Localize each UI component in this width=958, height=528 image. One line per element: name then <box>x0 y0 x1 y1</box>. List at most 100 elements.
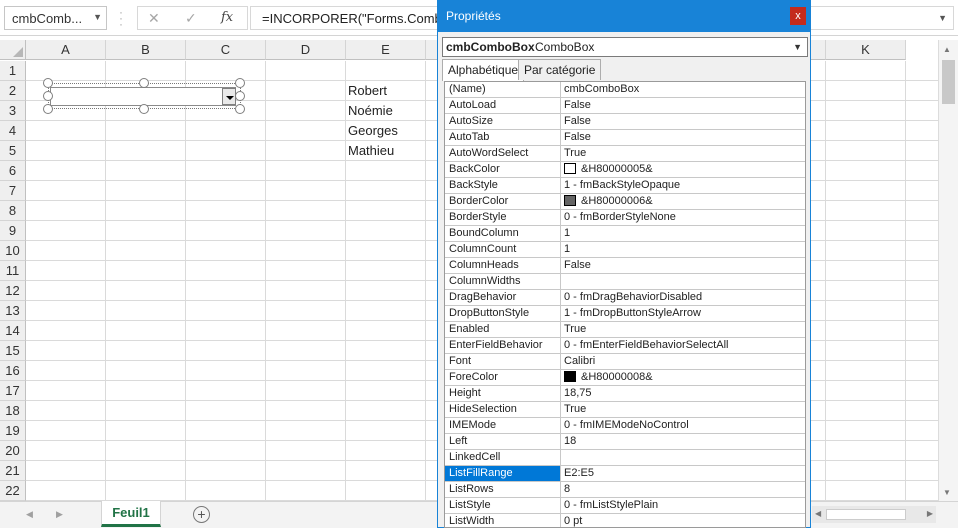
horizontal-scrollbar[interactable]: ◀ ▶ <box>812 506 936 523</box>
resize-handle-n[interactable] <box>139 78 149 88</box>
property-value[interactable]: False <box>562 114 805 129</box>
property-value[interactable]: 0 pt <box>562 514 805 527</box>
property-row[interactable]: AutoWordSelect True <box>445 146 805 162</box>
column-header-c[interactable]: C <box>186 40 266 60</box>
property-row[interactable]: (Name) cmbComboBox <box>445 82 805 98</box>
cell-E4[interactable]: Georges <box>348 123 398 138</box>
row-header-1[interactable]: 1 <box>0 61 26 81</box>
property-row[interactable]: BoundColumn 1 <box>445 226 805 242</box>
property-value[interactable]: 0 - fmListStylePlain <box>562 498 805 513</box>
scroll-up-icon[interactable]: ▲ <box>943 45 951 54</box>
row-header-19[interactable]: 19 <box>0 421 26 441</box>
property-row[interactable]: DragBehavior 0 - fmDragBehaviorDisabled <box>445 290 805 306</box>
property-row[interactable]: ListWidth 0 pt <box>445 514 805 527</box>
property-value[interactable]: &H80000008& <box>562 370 805 385</box>
resize-handle-se[interactable] <box>235 104 245 114</box>
horizontal-scroll-thumb[interactable] <box>826 509 906 520</box>
scroll-right-icon[interactable]: ▶ <box>927 509 933 518</box>
property-value[interactable]: 0 - fmIMEModeNoControl <box>562 418 805 433</box>
property-value[interactable]: 0 - fmDragBehaviorDisabled <box>562 290 805 305</box>
enter-icon[interactable]: ✓ <box>185 10 197 27</box>
property-value[interactable]: 1 <box>562 226 805 241</box>
property-row[interactable]: AutoLoad False <box>445 98 805 114</box>
row-header-4[interactable]: 4 <box>0 121 26 141</box>
property-value[interactable]: &H80000005& <box>562 162 805 177</box>
close-button[interactable]: x <box>790 7 806 25</box>
resize-handle-s[interactable] <box>139 104 149 114</box>
combobox-dropdown-button[interactable] <box>222 88 236 105</box>
row-header-14[interactable]: 14 <box>0 321 26 341</box>
column-header-a[interactable]: A <box>26 40 106 60</box>
properties-title-bar[interactable]: Propriétés x <box>438 0 810 32</box>
property-value[interactable] <box>562 274 805 289</box>
column-header-b[interactable]: B <box>106 40 186 60</box>
tab-alphabetique[interactable]: Alphabétique <box>442 59 525 81</box>
select-all-corner[interactable] <box>0 40 26 60</box>
prev-sheet-icon[interactable]: ◀ <box>26 509 33 520</box>
row-header-16[interactable]: 16 <box>0 361 26 381</box>
object-selector[interactable]: cmbComboBox ComboBox ▼ <box>442 37 808 57</box>
property-value[interactable]: 0 - fmEnterFieldBehaviorSelectAll <box>562 338 805 353</box>
property-row[interactable]: AutoSize False <box>445 114 805 130</box>
row-header-8[interactable]: 8 <box>0 201 26 221</box>
row-header-9[interactable]: 9 <box>0 221 26 241</box>
chevron-down-icon[interactable]: ▼ <box>93 12 102 22</box>
property-value[interactable]: 8 <box>562 482 805 497</box>
property-value[interactable] <box>562 450 805 465</box>
next-sheet-icon[interactable]: ▶ <box>56 509 63 520</box>
row-header-6[interactable]: 6 <box>0 161 26 181</box>
property-row[interactable]: ColumnCount 1 <box>445 242 805 258</box>
chevron-down-icon[interactable]: ▼ <box>793 42 802 52</box>
expand-formula-icon[interactable]: ▼ <box>938 13 947 23</box>
row-header-2[interactable]: 2 <box>0 81 26 101</box>
row-header-15[interactable]: 15 <box>0 341 26 361</box>
column-header-k[interactable]: K <box>826 40 906 60</box>
property-row[interactable]: BackColor &H80000005& <box>445 162 805 178</box>
property-value[interactable]: False <box>562 258 805 273</box>
vertical-scrollbar[interactable]: ▲ ▼ <box>938 40 958 501</box>
column-header-e[interactable]: E <box>346 40 426 60</box>
scroll-left-icon[interactable]: ◀ <box>815 509 821 518</box>
property-row[interactable]: Font Calibri <box>445 354 805 370</box>
property-value[interactable]: 1 - fmDropButtonStyleArrow <box>562 306 805 321</box>
property-row[interactable]: Height 18,75 <box>445 386 805 402</box>
property-row[interactable]: EnterFieldBehavior 0 - fmEnterFieldBehavi… <box>445 338 805 354</box>
column-header-d[interactable]: D <box>266 40 346 60</box>
row-header-13[interactable]: 13 <box>0 301 26 321</box>
drag-handle-icon[interactable]: · · · <box>119 6 123 30</box>
tab-par-categorie[interactable]: Par catégorie <box>518 59 602 80</box>
property-value[interactable]: E2:E5 <box>562 466 805 481</box>
property-value[interactable]: 18,75 <box>562 386 805 401</box>
property-value[interactable]: False <box>562 98 805 113</box>
vertical-scroll-thumb[interactable] <box>942 60 955 104</box>
resize-handle-nw[interactable] <box>43 78 53 88</box>
property-value[interactable]: False <box>562 130 805 145</box>
property-value[interactable]: Calibri <box>562 354 805 369</box>
cell-E2[interactable]: Robert <box>348 83 387 98</box>
property-value[interactable]: 18 <box>562 434 805 449</box>
name-box[interactable]: cmbComb... ▼ <box>4 6 107 30</box>
property-value[interactable]: 0 - fmBorderStyleNone <box>562 210 805 225</box>
row-header-18[interactable]: 18 <box>0 401 26 421</box>
property-row[interactable]: ColumnWidths <box>445 274 805 290</box>
property-row[interactable]: AutoTab False <box>445 130 805 146</box>
property-row[interactable]: ListFillRange E2:E5 <box>445 466 805 482</box>
cell-E3[interactable]: Noémie <box>348 103 393 118</box>
scroll-down-icon[interactable]: ▼ <box>943 488 951 497</box>
add-sheet-icon[interactable]: + <box>193 506 210 523</box>
property-value[interactable]: True <box>562 146 805 161</box>
resize-handle-ne[interactable] <box>235 78 245 88</box>
row-header-11[interactable]: 11 <box>0 261 26 281</box>
property-row[interactable]: ForeColor &H80000008& <box>445 370 805 386</box>
row-header-3[interactable]: 3 <box>0 101 26 121</box>
property-row[interactable]: IMEMode 0 - fmIMEModeNoControl <box>445 418 805 434</box>
property-value[interactable]: 1 - fmBackStyleOpaque <box>562 178 805 193</box>
property-row[interactable]: Enabled True <box>445 322 805 338</box>
row-header-20[interactable]: 20 <box>0 441 26 461</box>
resize-handle-w[interactable] <box>43 91 53 101</box>
property-row[interactable]: ColumnHeads False <box>445 258 805 274</box>
row-header-21[interactable]: 21 <box>0 461 26 481</box>
property-value[interactable]: cmbComboBox <box>562 82 805 97</box>
property-row[interactable]: BorderColor &H80000006& <box>445 194 805 210</box>
property-row[interactable]: ListStyle 0 - fmListStylePlain <box>445 498 805 514</box>
